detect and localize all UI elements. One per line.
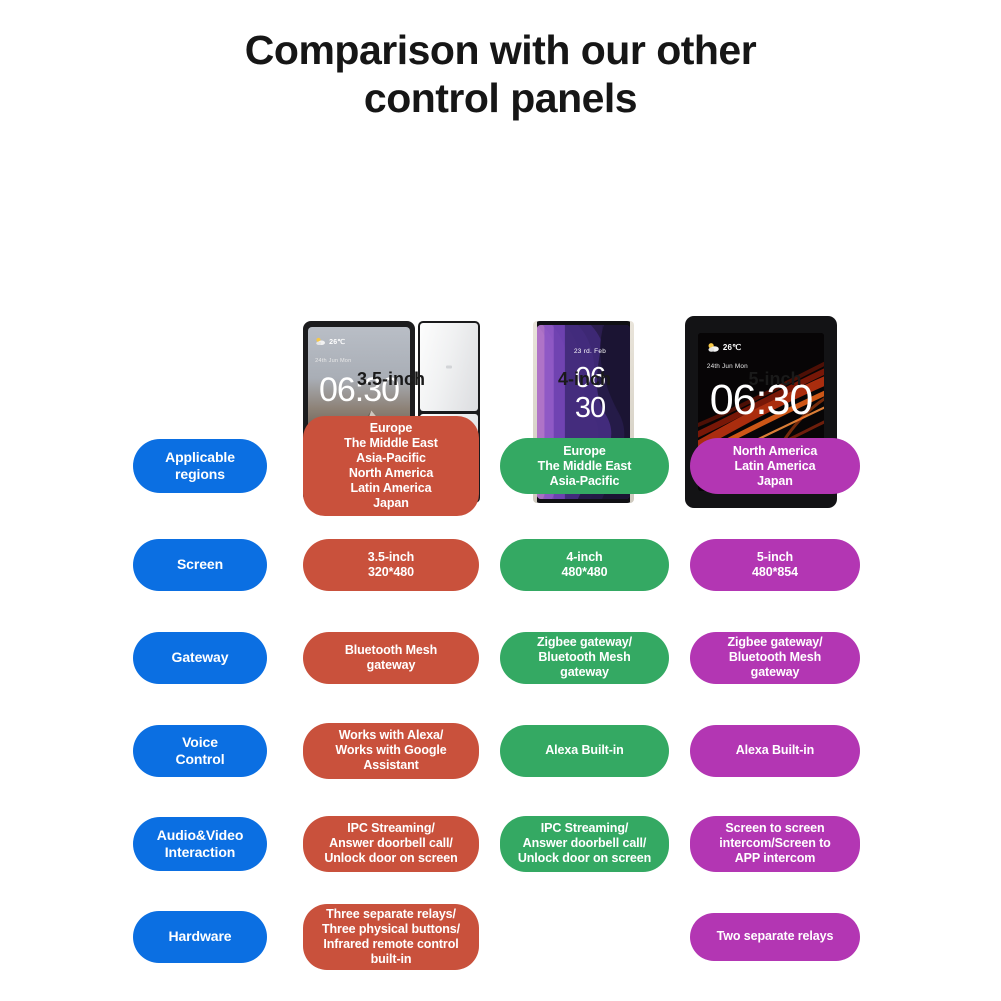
row-label-screen: Screen	[133, 538, 267, 591]
cell-4-voice-control: Alexa Built-in	[500, 724, 669, 777]
cell-3_5-screen: 3.5-inch 320*480	[303, 538, 479, 591]
row-label-applicable-regions: Applicable regions	[133, 439, 267, 493]
date-text-4: 23 rd. Feb	[573, 347, 607, 355]
cell-5-audio-video: Screen to screen intercom/Screen to APP …	[690, 815, 860, 872]
table-row: Applicable regions Europe The Middle Eas…	[0, 414, 1001, 518]
row-label-gateway: Gateway	[133, 631, 267, 684]
cell-4-applicable-regions: Europe The Middle East Asia-Pacific	[500, 438, 669, 494]
cell-4-gateway: Zigbee gateway/ Bluetooth Mesh gateway	[500, 631, 669, 684]
cell-5-screen: 5-inch 480*854	[690, 538, 860, 591]
cell-3_5-gateway: Bluetooth Mesh gateway	[303, 631, 479, 684]
cell-3_5-applicable-regions: Europe The Middle East Asia-Pacific Nort…	[303, 416, 479, 516]
title-line-2: control panels	[363, 75, 638, 122]
table-row: Audio&Video Interaction IPC Streaming/ A…	[0, 797, 1001, 890]
switch-button-top[interactable]	[420, 323, 478, 411]
cell-5-voice-control: Alexa Built-in	[690, 724, 860, 777]
comparison-table: Applicable regions Europe The Middle Eas…	[0, 414, 1001, 983]
table-row: Screen 3.5-inch 320*480 4-inch 480*480 5…	[0, 518, 1001, 611]
cell-3_5-voice-control: Works with Alexa/ Works with Google Assi…	[303, 722, 479, 779]
temperature-text-5: 26℃	[722, 343, 742, 353]
table-row: Hardware Three separate relays/ Three ph…	[0, 890, 1001, 983]
cell-3_5-hardware: Three separate relays/ Three physical bu…	[303, 903, 479, 970]
cell-4-screen: 4-inch 480*480	[500, 538, 669, 591]
sun-cloud-icon	[316, 338, 326, 346]
column-caption-4-inch: 4-inch	[557, 369, 611, 389]
column-caption-5-inch: 5-inch	[748, 369, 802, 389]
column-captions: 3.5-inch 4-inch 5-inch	[0, 369, 1001, 397]
weather-widget-5: 26℃	[707, 342, 741, 353]
temperature-text-3_5: 26℃	[329, 338, 346, 346]
row-label-hardware: Hardware	[133, 910, 267, 963]
table-row: Gateway Bluetooth Mesh gateway Zigbee ga…	[0, 611, 1001, 704]
table-row: Voice Control Works with Alexa/ Works wi…	[0, 704, 1001, 797]
weather-widget-3_5: 26℃	[315, 337, 345, 346]
device-showcase: 26℃ 24th Jun Mon 06:30 Leave mode	[0, 158, 1001, 508]
cell-5-gateway: Zigbee gateway/ Bluetooth Mesh gateway	[690, 631, 860, 684]
row-label-voice-control: Voice Control	[133, 724, 267, 777]
sun-cloud-icon	[708, 343, 719, 353]
cell-3_5-audio-video: IPC Streaming/ Answer doorbell call/ Unl…	[303, 815, 479, 872]
cell-5-hardware: Two separate relays	[690, 912, 860, 961]
column-caption-3_5-inch: 3.5-inch	[356, 369, 426, 389]
title-line-1: Comparison with our other	[244, 27, 757, 73]
cell-5-applicable-regions: North America Latin America Japan	[690, 438, 860, 494]
page-title: Comparison with our other control panels	[0, 0, 1001, 123]
date-text-3_5: 24th Jun Mon	[315, 357, 352, 364]
cell-4-audio-video: IPC Streaming/ Answer doorbell call/ Unl…	[500, 815, 669, 872]
row-label-audio-video-interaction: Audio&Video Interaction	[133, 816, 267, 871]
